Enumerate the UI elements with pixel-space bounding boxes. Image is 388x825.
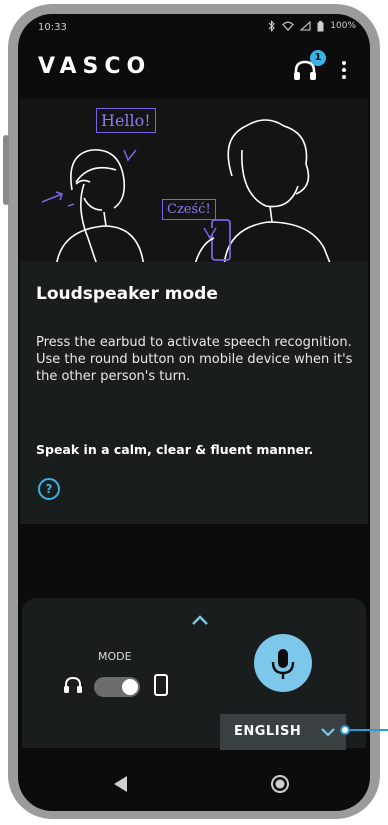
wifi-icon xyxy=(282,21,295,31)
more-dot-icon xyxy=(342,61,346,65)
status-time: 10:33 xyxy=(38,22,67,33)
conversation-illustration: Hello! Cześć! xyxy=(20,98,368,268)
app-bar: VASCO 1 xyxy=(18,44,370,92)
language-label: ENGLISH xyxy=(234,724,302,739)
status-icons: 100% xyxy=(268,20,356,32)
signal-icon xyxy=(300,21,311,31)
loudspeaker-info-card: Loudspeaker mode Press the earbud to act… xyxy=(20,262,368,524)
home-icon[interactable] xyxy=(270,774,290,794)
card-title: Loudspeaker mode xyxy=(36,284,218,304)
mode-label: MODE xyxy=(98,650,132,663)
screen: 10:33 100% VASCO 1 Hello! Cześć! Loudspe… xyxy=(18,14,370,811)
vasco-logo: VASCO xyxy=(38,54,152,79)
language-select[interactable]: ENGLISH xyxy=(220,714,346,750)
status-bar: 10:33 100% xyxy=(18,14,370,42)
phone-mode-icon xyxy=(154,674,168,696)
mode-toggle[interactable] xyxy=(94,677,140,697)
help-icon[interactable]: ? xyxy=(38,478,60,500)
more-dot-icon xyxy=(342,75,346,79)
speech-bubble-hello: Hello! xyxy=(96,108,156,133)
speech-bubble-czesc: Cześć! xyxy=(162,199,216,220)
chevron-up-icon[interactable] xyxy=(188,612,212,628)
back-icon[interactable] xyxy=(112,774,130,794)
headset-badge: 1 xyxy=(310,50,326,66)
microphone-icon xyxy=(271,649,295,679)
more-dot-icon xyxy=(342,68,346,72)
headset-mode-icon xyxy=(64,676,82,693)
battery-percent: 100% xyxy=(330,21,356,31)
battery-icon xyxy=(317,20,324,31)
phone-side-button xyxy=(3,135,9,205)
microphone-button[interactable] xyxy=(254,634,312,692)
callout-line xyxy=(346,729,388,731)
callout-dot xyxy=(340,725,350,735)
more-menu-button[interactable] xyxy=(336,58,352,84)
card-tip: Speak in a calm, clear & fluent manner. xyxy=(36,442,314,457)
chevron-down-icon xyxy=(321,728,335,737)
toggle-knob xyxy=(122,679,138,695)
card-description: Press the earbud to activate speech reco… xyxy=(36,335,353,384)
system-nav-bar xyxy=(18,762,370,810)
two-people-illustration xyxy=(41,119,333,268)
bluetooth-icon xyxy=(268,20,276,32)
